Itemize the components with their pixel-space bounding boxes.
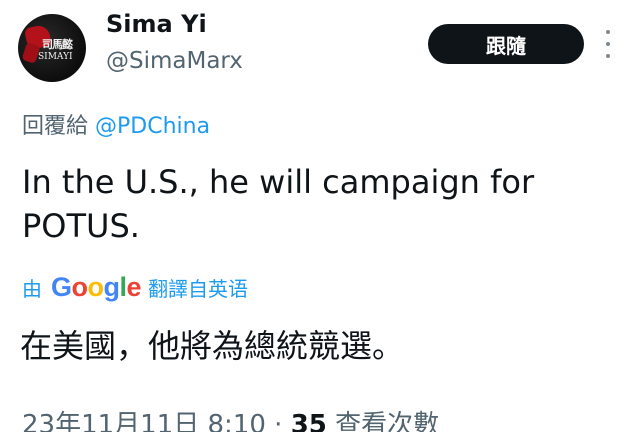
google-logo-letter: o	[71, 271, 89, 302]
more-vertical-icon[interactable]	[598, 30, 618, 58]
author-display-name[interactable]: Sima Yi	[106, 10, 207, 38]
author-handle[interactable]: @SimaMarx	[106, 48, 243, 74]
follow-button[interactable]: 跟隨	[428, 24, 584, 64]
tweet: 司馬懿 SIMAYI Sima Yi @SimaMarx 跟隨 回覆給 @PDC…	[0, 0, 640, 432]
reply-mention-link[interactable]: @PDChina	[95, 114, 210, 139]
avatar-name-cn: 司馬懿	[42, 38, 73, 51]
tweet-timestamp[interactable]: 23年11月11日 8:10 ·	[22, 410, 291, 432]
view-count: 35	[290, 410, 327, 432]
tweet-text: In the U.S., he will campaign for POTUS.	[22, 163, 535, 245]
reply-prefix: 回覆給	[22, 114, 89, 139]
tweet-meta: 23年11月11日 8:10 · 35 查看次數	[22, 404, 439, 432]
google-logo-letter: e	[126, 271, 142, 302]
google-logo-letter: l	[119, 271, 128, 302]
avatar[interactable]: 司馬懿 SIMAYI	[18, 14, 86, 82]
translation-prefix: 由	[22, 276, 42, 301]
more-dot	[606, 54, 610, 58]
view-count-label: 查看次數	[326, 410, 440, 432]
translation-attribution[interactable]: 由 Google 翻譯自英语	[22, 270, 248, 304]
google-logo-letter: o	[87, 271, 105, 302]
google-logo: Google	[51, 271, 142, 303]
google-logo-letter: G	[51, 271, 72, 302]
reply-context: 回覆給 @PDChina	[22, 108, 210, 140]
more-dot	[606, 30, 610, 34]
translation-suffix: 翻譯自英语	[148, 276, 249, 301]
more-dot	[606, 42, 610, 46]
translated-text: 在美國，他將為總統競選。	[20, 327, 405, 365]
avatar-name-en: SIMAYI	[38, 52, 73, 62]
google-logo-letter: g	[103, 271, 121, 302]
